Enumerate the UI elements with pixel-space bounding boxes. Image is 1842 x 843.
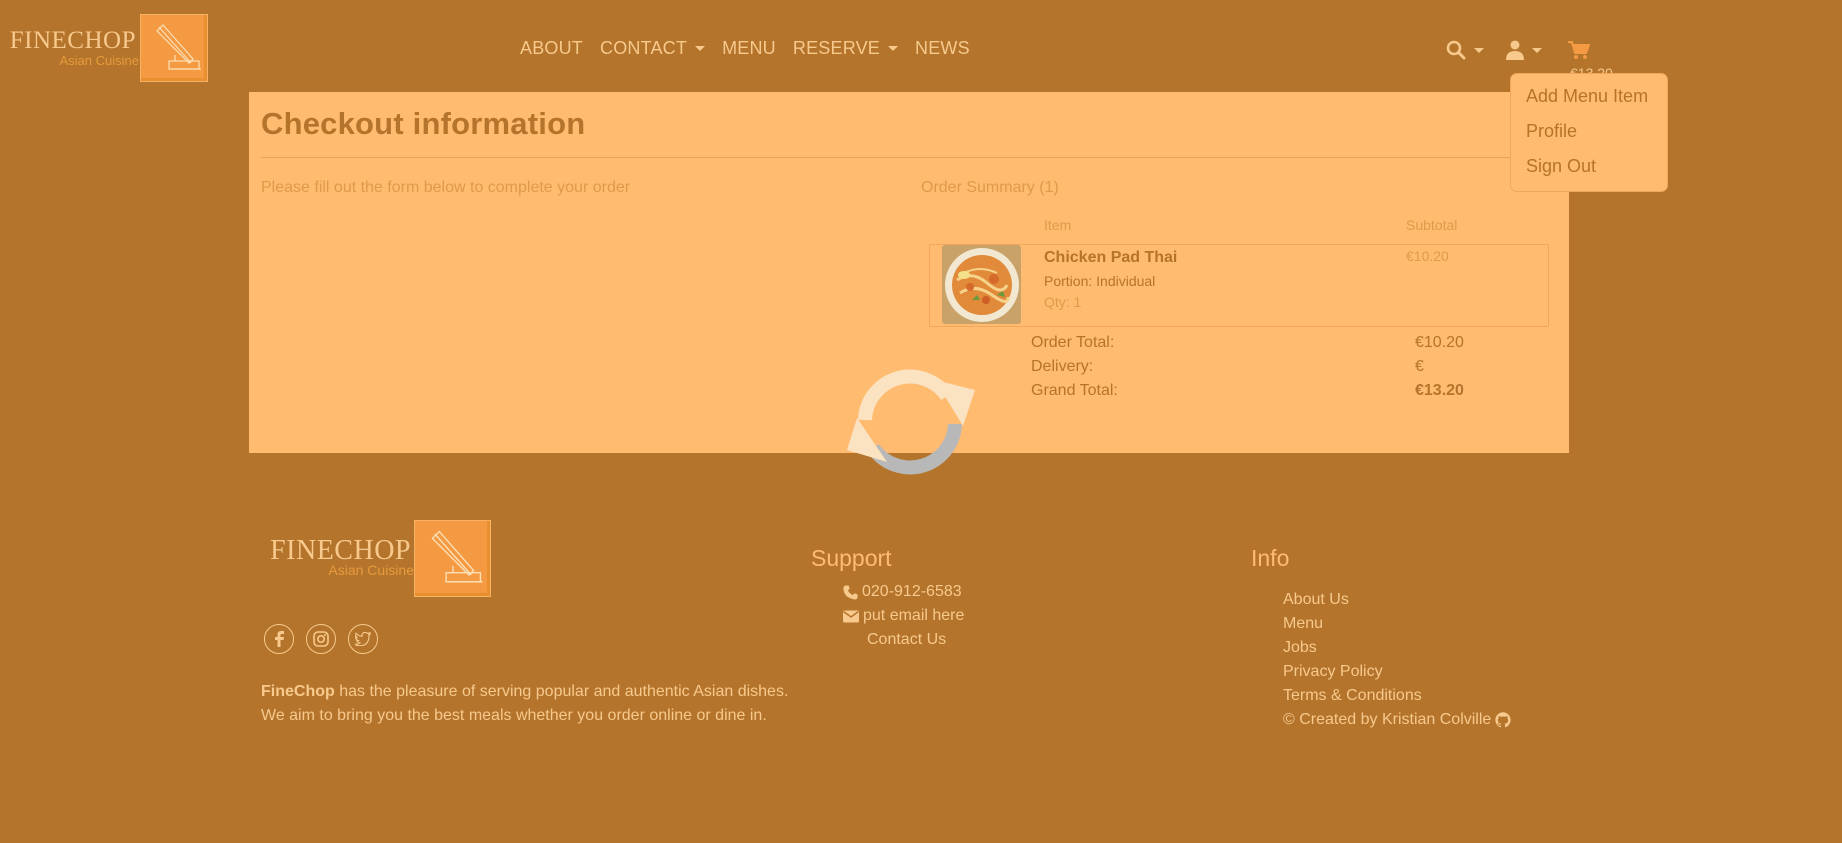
item-portion: Portion: Individual: [1044, 273, 1156, 289]
facebook-icon: [275, 631, 284, 647]
github-icon: [1495, 712, 1511, 728]
brand-text: FINECHOP Asian Cuisine: [4, 27, 140, 68]
delivery-row: Delivery: €: [1031, 358, 1531, 382]
column-header-subtotal: Subtotal: [1406, 217, 1458, 233]
chopping-board-icon: [140, 14, 208, 82]
cart-button[interactable]: [1568, 40, 1590, 60]
nav-menu-label: MENU: [722, 38, 776, 58]
instagram-icon: [313, 631, 329, 647]
support-phone[interactable]: 020-912-6583: [843, 583, 962, 601]
item-name[interactable]: Chicken Pad Thai: [1044, 249, 1177, 267]
grand-total-label: Grand Total:: [1031, 382, 1118, 399]
order-item-row: Chicken Pad Thai Portion: Individual Qty…: [929, 244, 1549, 327]
chevron-down-icon: [1532, 47, 1542, 53]
nav-contact-label: CONTACT: [600, 38, 688, 58]
grand-total-row: Grand Total: €13.20: [1031, 382, 1531, 406]
checkout-instructions: Please fill out the form below to comple…: [261, 179, 631, 196]
twitter-link[interactable]: [348, 624, 378, 654]
footer-brand-name: FINECHOP: [270, 535, 411, 566]
footer-about-text-1: has the pleasure of serving popular and …: [334, 683, 789, 700]
nav-about[interactable]: ABOUT: [520, 38, 583, 59]
column-header-item: Item: [1044, 217, 1072, 233]
nav-menu[interactable]: MENU: [722, 38, 776, 59]
info-link-jobs[interactable]: Jobs: [1283, 639, 1317, 657]
main-nav: ABOUT CONTACT MENU RESERVE NEWS: [520, 38, 987, 59]
search-icon: [1446, 40, 1466, 60]
nav-about-label: ABOUT: [520, 38, 584, 58]
loading-spinner-icon: [843, 368, 977, 481]
chevron-down-icon: [1474, 47, 1484, 53]
grand-total-value: €13.20: [1415, 382, 1464, 399]
footer-about-text: FineChop has the pleasure of serving pop…: [261, 680, 861, 728]
support-phone-text: 020-912-6583: [862, 583, 962, 600]
delivery-value: €: [1415, 358, 1424, 375]
info-heading: Info: [1251, 545, 1290, 571]
brand-tagline: Asian Cuisine: [59, 53, 140, 68]
pad-thai-image: [942, 245, 1021, 324]
divider: [261, 157, 1557, 158]
item-subtotal: €10.20: [1406, 248, 1449, 264]
instagram-link[interactable]: [306, 624, 336, 654]
brand-logo[interactable]: FINECHOP Asian Cuisine: [4, 14, 208, 82]
facebook-link[interactable]: [264, 624, 294, 654]
nav-news[interactable]: NEWS: [915, 38, 970, 59]
footer-brand-logo[interactable]: FINECHOP Asian Cuisine: [261, 520, 491, 598]
twitter-icon: [355, 632, 371, 646]
nav-reserve-label: RESERVE: [792, 38, 880, 58]
nav-news-label: NEWS: [915, 38, 970, 58]
brand-name: FINECHOP: [9, 27, 136, 54]
footer-about-text-2: We aim to bring you the best meals wheth…: [261, 707, 767, 724]
menu-item-sign-out[interactable]: Sign Out: [1511, 156, 1667, 191]
user-dropdown-button[interactable]: [1506, 40, 1542, 60]
support-contact-link[interactable]: Contact Us: [867, 631, 946, 649]
delivery-label: Delivery:: [1031, 358, 1094, 375]
menu-item-add-menu-item[interactable]: Add Menu Item: [1511, 86, 1667, 121]
chevron-down-icon: [888, 46, 898, 51]
order-total-row: Order Total: €10.20: [1031, 334, 1531, 358]
menu-item-profile[interactable]: Profile: [1511, 121, 1667, 156]
footer-brand-text: FINECHOP Asian Cuisine: [261, 535, 414, 578]
chopping-board-icon: [414, 520, 491, 597]
support-email-text: put email here: [863, 607, 965, 624]
footer-about-line-1: FineChop has the pleasure of serving pop…: [261, 680, 861, 704]
chevron-down-icon: [695, 46, 706, 51]
info-link-menu[interactable]: Menu: [1283, 615, 1323, 633]
envelope-icon: [843, 610, 859, 622]
cart-icon: [1568, 41, 1590, 59]
order-total-label: Order Total:: [1031, 334, 1115, 351]
support-heading: Support: [811, 545, 892, 571]
info-link-privacy-policy[interactable]: Privacy Policy: [1283, 663, 1383, 681]
user-icon: [1506, 40, 1524, 60]
info-link-about-us[interactable]: About Us: [1283, 591, 1349, 609]
credits-text: © Created by Kristian Colville: [1283, 711, 1492, 728]
support-email[interactable]: put email here: [843, 607, 964, 625]
user-dropdown-menu: Add Menu Item Profile Sign Out: [1510, 73, 1668, 192]
nav-contact[interactable]: CONTACT: [600, 38, 706, 59]
search-dropdown-button[interactable]: [1446, 40, 1484, 60]
footer-brand-bold: FineChop: [261, 683, 335, 700]
order-total-value: €10.20: [1415, 334, 1464, 351]
phone-icon: [843, 584, 858, 600]
nav-reserve[interactable]: RESERVE: [793, 38, 898, 59]
item-quantity: Qty: 1: [1044, 294, 1082, 310]
page-title: Checkout information: [261, 106, 586, 141]
info-link-terms[interactable]: Terms & Conditions: [1283, 687, 1422, 705]
order-summary-label: Order Summary (1): [921, 179, 1059, 196]
info-link-credits[interactable]: © Created by Kristian Colville: [1283, 711, 1511, 729]
